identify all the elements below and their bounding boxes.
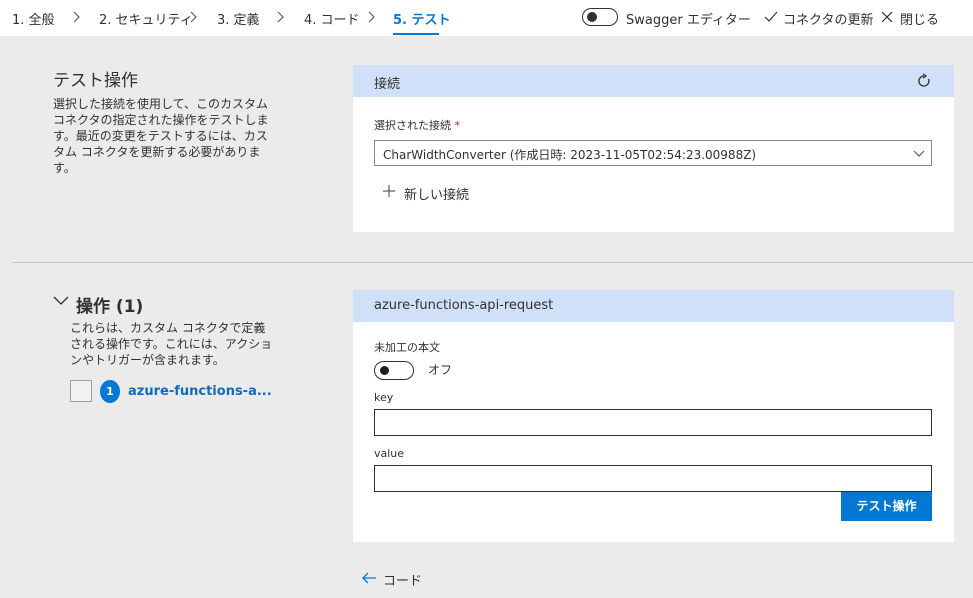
test-operation-button[interactable]: テスト操作: [841, 492, 932, 521]
value-input[interactable]: [374, 465, 932, 492]
chevron-right-icon: [73, 11, 80, 23]
request-card-header: azure-functions-api-request: [353, 290, 954, 322]
new-connection-button[interactable]: 新しい接続: [404, 184, 469, 203]
request-card-title: azure-functions-api-request: [374, 298, 554, 313]
value-label: value: [374, 447, 405, 460]
operation-link[interactable]: azure-functions-a...: [128, 384, 272, 399]
toggle-knob: [587, 12, 597, 22]
key-label: key: [374, 391, 394, 404]
operations-description: これらは、カスタム コネクタで定義される操作です。これには、アクションやトリガー…: [70, 321, 273, 367]
step-code[interactable]: 4. コード: [304, 9, 360, 28]
connection-select[interactable]: CharWidthConverter (作成日時: 2023-11-05T02:…: [374, 140, 932, 166]
connection-select-value: CharWidthConverter (作成日時: 2023-11-05T02:…: [383, 148, 757, 162]
checkmark-icon: [764, 11, 778, 22]
operations-title: 操作 (1): [76, 297, 144, 317]
raw-body-toggle-state: オフ: [428, 363, 453, 377]
step-definition[interactable]: 3. 定義: [217, 9, 260, 28]
raw-body-label: 未加工の本文: [374, 341, 440, 354]
chevron-right-icon: [277, 11, 284, 23]
step-test[interactable]: 5. テスト: [393, 9, 451, 28]
step-security[interactable]: 2. セキュリティ: [99, 9, 193, 28]
section-divider: [12, 262, 973, 263]
plus-icon: [383, 185, 395, 197]
toggle-knob: [380, 366, 389, 375]
chevron-right-icon: [368, 11, 375, 23]
test-operation-description: 選択した接続を使用して、このカスタム コネクタの指定された操作をテストします。最…: [53, 97, 269, 175]
operation-number-badge: 1: [100, 380, 120, 403]
connection-card-title: 接続: [374, 77, 401, 92]
arrow-left-icon: [362, 572, 376, 584]
refresh-icon[interactable]: [916, 73, 932, 89]
step-general[interactable]: 1. 全般: [12, 9, 55, 28]
active-step-indicator: [393, 33, 439, 35]
chevron-right-icon: [190, 11, 197, 23]
chevron-down-icon[interactable]: [53, 293, 69, 309]
swagger-editor-toggle[interactable]: [582, 8, 618, 26]
test-operation-title: テスト操作: [53, 71, 138, 91]
top-navigation-bar: 1. 全般 2. セキュリティ 3. 定義 4. コード 5. テスト Swag…: [0, 0, 973, 36]
close-icon: [881, 11, 893, 23]
back-to-code-button[interactable]: コード: [383, 570, 422, 589]
operation-image: [70, 380, 92, 402]
close-button[interactable]: 閉じる: [900, 9, 939, 28]
selected-connection-label: 選択された接続 *: [374, 119, 460, 132]
connection-card-header: 接続: [353, 65, 954, 97]
connection-card: 接続 選択された接続 * CharWidthConverter (作成日時: 2…: [353, 65, 954, 232]
key-input[interactable]: [374, 409, 932, 436]
raw-body-toggle[interactable]: [374, 361, 414, 380]
swagger-editor-label: Swagger エディター: [626, 13, 751, 28]
update-connector-button[interactable]: コネクタの更新: [783, 9, 873, 28]
chevron-down-icon: [913, 150, 925, 157]
